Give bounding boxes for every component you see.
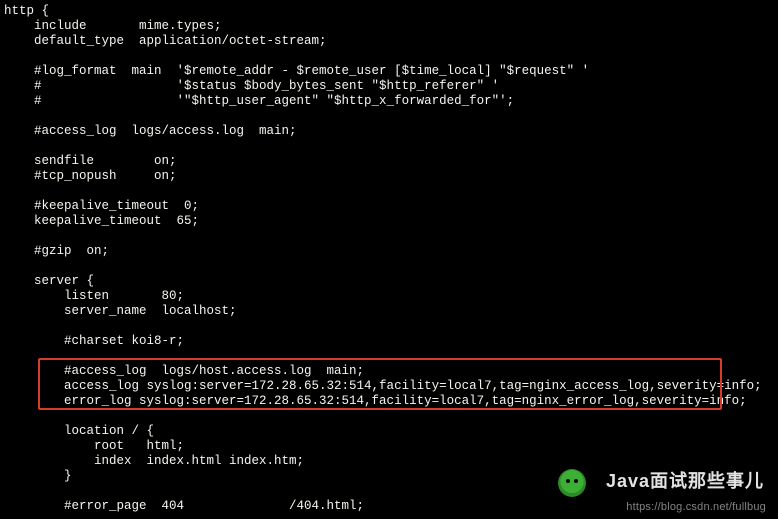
code-content: http { include mime.types; default_type … — [4, 4, 762, 513]
watermark-title: Java面试那些事儿 — [606, 467, 764, 493]
nginx-config-code: http { include mime.types; default_type … — [0, 0, 778, 514]
wechat-icon — [558, 469, 586, 497]
watermark-url: https://blog.csdn.net/fullbug — [626, 501, 766, 513]
